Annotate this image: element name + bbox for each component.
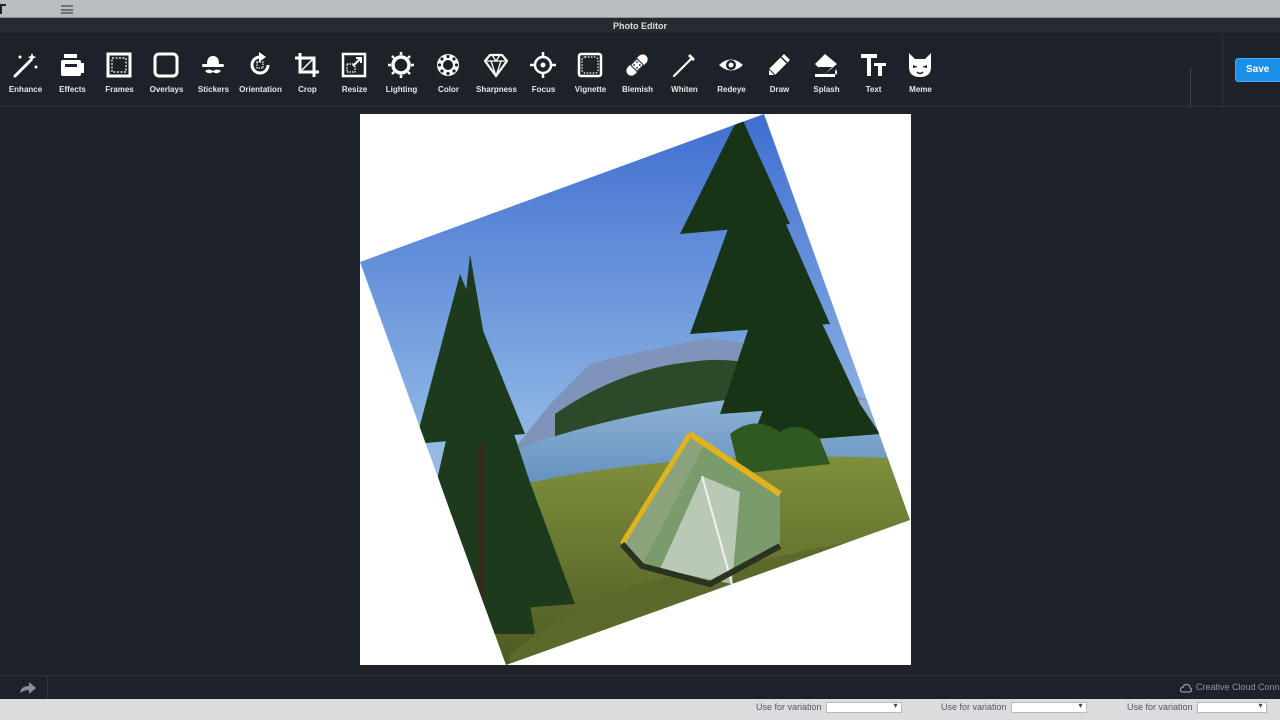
creative-cloud-status[interactable]: Creative Cloud Conne [1179, 682, 1280, 696]
variation-label: Use for variation [941, 702, 1007, 712]
tool-vignette[interactable]: Vignette [567, 34, 614, 107]
background-page-strip: Use for variation Use for variation Use … [0, 699, 1280, 720]
toolbar-divider [1222, 34, 1223, 107]
effects-icon [58, 51, 86, 79]
color-icon [434, 51, 462, 79]
tool-label: Meme [909, 85, 932, 94]
crop-icon [293, 51, 321, 79]
status-divider [47, 676, 48, 700]
vignette-icon [576, 51, 604, 79]
splash-icon [812, 51, 840, 79]
creative-cloud-label: Creative Cloud Conne [1196, 682, 1280, 692]
tool-text[interactable]: Text [850, 34, 897, 107]
frame-icon [105, 51, 133, 79]
tool-overlays[interactable]: Overlays [143, 34, 190, 107]
tool-whiten[interactable]: Whiten [661, 34, 708, 107]
image-canvas[interactable] [360, 114, 911, 665]
variation-control: Use for variation [756, 701, 902, 716]
tool-frames[interactable]: Frames [96, 34, 143, 107]
save-button[interactable]: Save [1235, 58, 1280, 82]
variation-select[interactable] [825, 701, 902, 714]
variation-control: Use for variation [941, 701, 1087, 716]
sticker-icon [199, 51, 227, 79]
variation-control: Use for variation [1127, 701, 1267, 716]
bandage-icon [623, 51, 651, 79]
tool-stickers[interactable]: Stickers [190, 34, 237, 107]
host-app-strip [0, 0, 1280, 18]
focus-icon [529, 51, 557, 79]
tool-label: Color [438, 85, 459, 94]
tool-meme[interactable]: Meme [897, 34, 944, 107]
tool-label: Redeye [717, 85, 746, 94]
menu-icon[interactable] [61, 5, 73, 14]
eye-icon [717, 51, 745, 79]
text-icon [859, 51, 887, 79]
tool-orientation[interactable]: Orientation [237, 34, 284, 107]
tool-bar: Enhance Effects Frames Overlays Stickers… [0, 34, 1280, 141]
tool-crop[interactable]: Crop [284, 34, 331, 107]
tool-focus[interactable]: Focus [520, 34, 567, 107]
overlay-icon [152, 51, 180, 79]
window-edge-mark [0, 4, 6, 14]
resize-icon [340, 51, 368, 79]
tool-lighting[interactable]: Lighting [378, 34, 425, 107]
diamond-icon [482, 51, 510, 79]
whiten-icon [670, 51, 698, 79]
tool-blemish[interactable]: Blemish [614, 34, 661, 107]
cloud-icon [1179, 683, 1193, 693]
tool-enhance[interactable]: Enhance [2, 34, 49, 107]
tool-draw[interactable]: Draw [756, 34, 803, 107]
window-title: Photo Editor [0, 18, 1280, 34]
pencil-icon [765, 51, 793, 79]
tool-resize[interactable]: Resize [331, 34, 378, 107]
rotate-icon [246, 51, 274, 79]
lighting-icon [387, 51, 415, 79]
meme-icon [906, 51, 934, 79]
status-bar: Creative Cloud Conne [0, 675, 1280, 700]
tool-effects[interactable]: Effects [49, 34, 96, 107]
tool-sharpness[interactable]: Sharpness [473, 34, 520, 107]
variation-label: Use for variation [756, 702, 822, 712]
magic-wand-icon [11, 51, 39, 79]
tool-splash[interactable]: Splash [803, 34, 850, 107]
rotated-photo[interactable] [360, 114, 911, 665]
variation-select[interactable] [1196, 701, 1267, 714]
variation-select[interactable] [1010, 701, 1087, 714]
redo-icon[interactable] [17, 681, 37, 695]
tool-redeye[interactable]: Redeye [708, 34, 755, 107]
tool-color[interactable]: Color [425, 34, 472, 107]
variation-label: Use for variation [1127, 702, 1193, 712]
